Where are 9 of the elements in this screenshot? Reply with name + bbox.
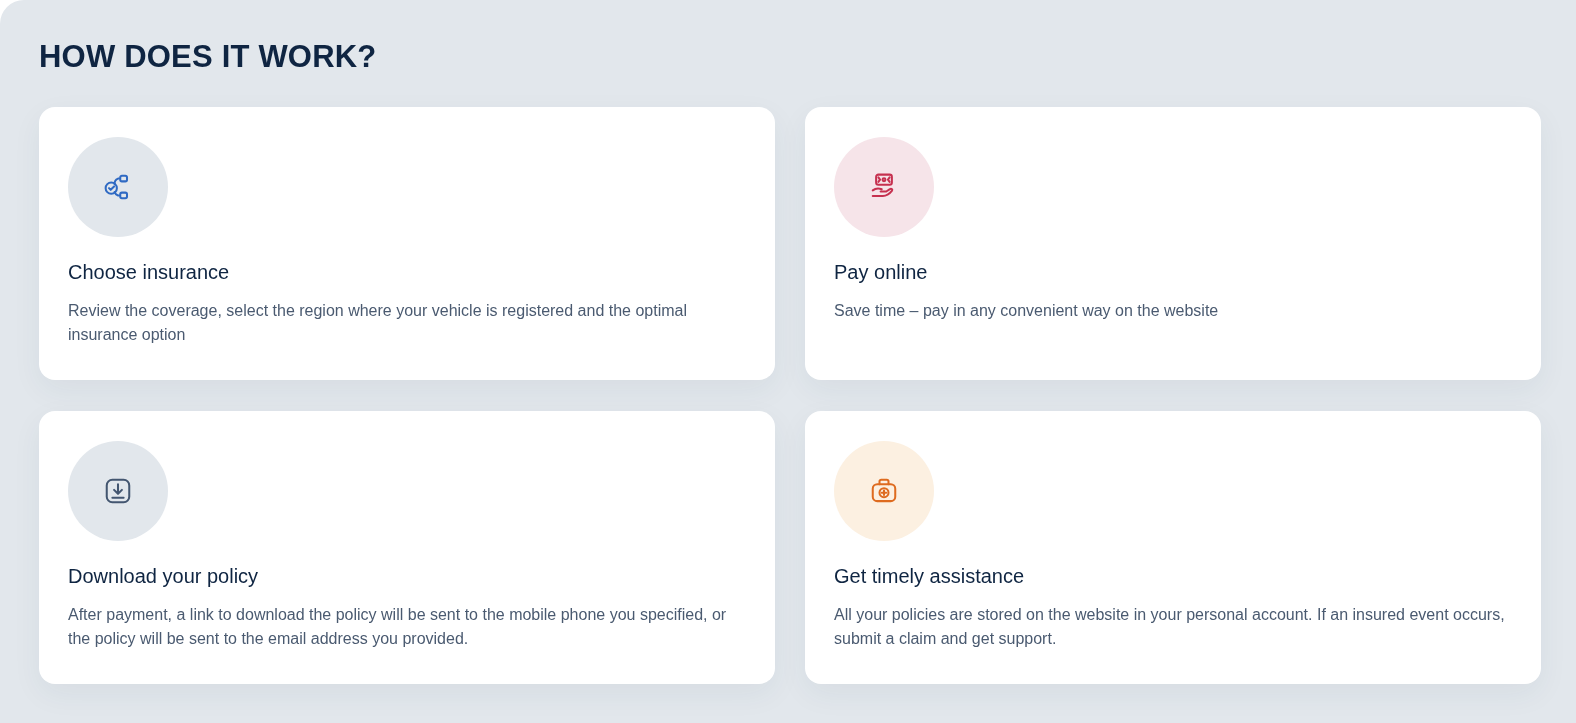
step-description: All your policies are stored on the website in your personal account. If an insured event occurs, submit a claim and get support. bbox=[834, 605, 1506, 650]
section-heading: HOW DOES IT WORK? bbox=[39, 38, 378, 76]
step-description: After payment, a link to download the policy will be sent to the mobile phone you specified, or the policy will be sent to the email address you provided. bbox=[68, 605, 728, 650]
step-title: Get timely assistance bbox=[834, 564, 1026, 590]
step-description: Review the coverage, select the region where your vehicle is registered and the optimal insurance option bbox=[68, 301, 688, 346]
step-description: Save time – pay in any convenient way on the website bbox=[834, 301, 1220, 322]
step-title: Choose insurance bbox=[68, 260, 231, 286]
step-title: Pay online bbox=[834, 260, 929, 286]
step-title: Download your policy bbox=[68, 564, 260, 590]
